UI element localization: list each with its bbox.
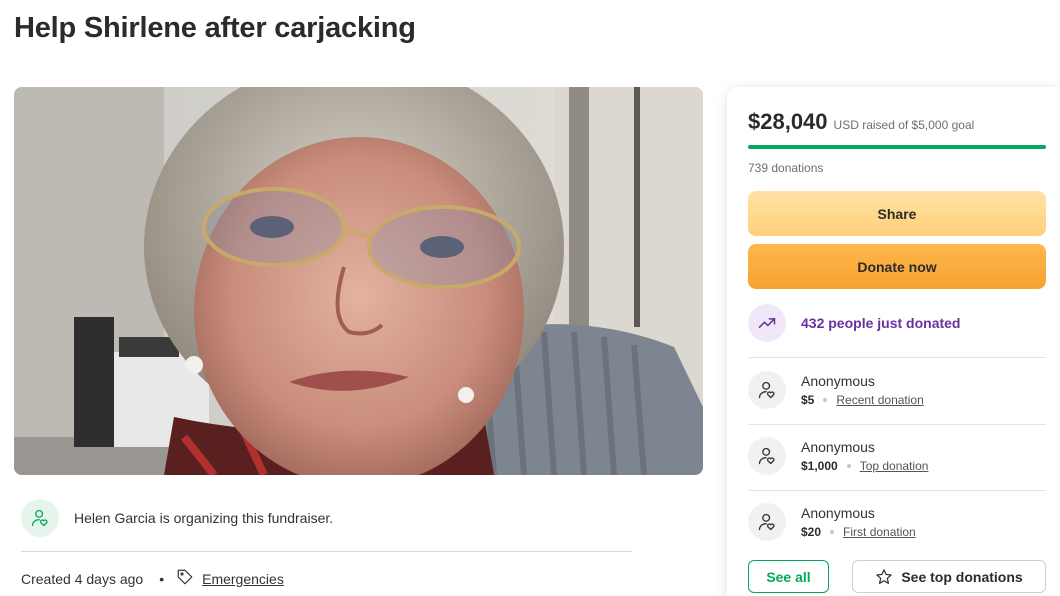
trending-up-icon [748,304,786,342]
fundraiser-meta: Created 4 days ago • Emergencies [21,568,284,589]
donation-card: $28,040 USD raised of $5,000 goal 739 do… [727,87,1060,596]
divider [748,424,1046,425]
raised-summary: $28,040 USD raised of $5,000 goal [748,109,974,135]
separator-dot [846,464,851,468]
donor-icon [748,503,786,541]
trending-text: 432 people just donated [801,315,961,331]
divider [748,490,1046,491]
separator-dot [823,398,828,402]
donate-now-button[interactable]: Donate now [748,244,1046,289]
donor-icon [748,371,786,409]
donation-kind-link[interactable]: Top donation [860,459,929,473]
donation-item: Anonymous $5 Recent donation [748,371,924,409]
category-link[interactable]: Emergencies [202,571,284,587]
donation-kind-link[interactable]: Recent donation [836,393,923,407]
goal-text: USD raised of $5,000 goal [833,118,975,132]
donor-name: Anonymous [801,373,875,389]
user-heart-icon [21,499,59,537]
meta-separator: • [159,570,165,587]
donation-kind-link[interactable]: First donation [843,525,916,539]
donation-amount: $1,000 [801,459,838,473]
see-all-button[interactable]: See all [748,560,829,593]
donation-amount: $20 [801,525,822,539]
share-button[interactable]: Share [748,191,1046,236]
divider [748,357,1046,358]
fundraiser-photo [14,87,703,475]
fundraiser-photo-image [14,87,703,475]
see-top-donations-label: See top donations [901,568,1023,585]
donation-amount: $5 [801,393,815,407]
donor-name: Anonymous [801,505,875,521]
see-top-donations-button[interactable]: See top donations [852,560,1046,593]
tag-icon [176,568,194,589]
organizer-row: Helen Garcia is organizing this fundrais… [21,499,333,537]
page-title: Help Shirlene after carjacking [14,12,416,44]
divider [21,551,632,552]
donations-count: 739 donations [748,161,824,175]
star-icon [876,568,893,584]
donation-item: Anonymous $1,000 Top donation [748,437,928,475]
separator-dot [830,530,835,534]
trending-row: 432 people just donated [748,304,960,342]
donation-item: Anonymous $20 First donation [748,503,916,541]
progress-fill [748,145,1046,149]
raised-amount: $28,040 [748,109,828,134]
organizer-text: Helen Garcia is organizing this fundrais… [74,510,334,526]
progress-bar [748,145,1046,149]
donor-icon [748,437,786,475]
donor-name: Anonymous [801,439,875,455]
created-date: Created 4 days ago [21,570,144,587]
